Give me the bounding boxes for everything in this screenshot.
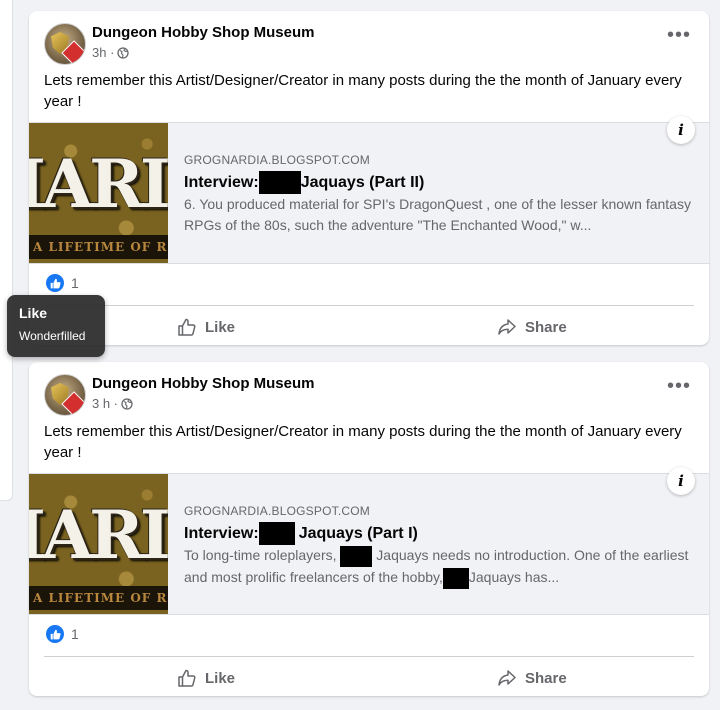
link-title-prefix: Interview:	[184, 524, 259, 542]
tooltip-user: Wonderfilled	[19, 329, 86, 343]
link-title-suffix: Jaquays (Part II)	[300, 173, 425, 191]
info-button[interactable]: i	[667, 467, 695, 495]
info-button[interactable]: i	[667, 116, 695, 144]
post-text: Lets remember this Artist/Designer/Creat…	[44, 423, 682, 461]
thumbs-up-icon	[178, 318, 196, 336]
left-panel	[0, 0, 13, 501]
share-label: Share	[525, 318, 567, 336]
like-button[interactable]: Like	[177, 663, 235, 693]
thumbnail-caption: A LIFETIME OF RO	[29, 235, 168, 259]
link-title[interactable]: Interview: Jaquays (Part II)	[184, 171, 424, 194]
share-button[interactable]: Share	[497, 663, 567, 693]
more-options-button[interactable]: •••	[663, 25, 695, 53]
reactions-summary[interactable]: 1	[46, 274, 79, 292]
globe-icon	[121, 397, 133, 410]
redaction-box	[442, 567, 469, 589]
link-thumbnail: IARI A LIFETIME OF RO	[29, 123, 168, 263]
share-label: Share	[525, 669, 567, 687]
globe-icon	[117, 46, 130, 59]
thumbnail-lettering: IARI	[29, 145, 168, 223]
share-icon	[498, 670, 516, 686]
like-label: Like	[205, 669, 236, 687]
avatar[interactable]	[44, 374, 86, 416]
post-card: Dungeon Hobby Shop Museum 3h · ••• Lets …	[29, 11, 709, 345]
redaction-box	[258, 522, 295, 545]
reaction-count: 1	[71, 275, 79, 291]
share-button[interactable]: Share	[497, 312, 567, 342]
redaction-box	[340, 545, 373, 567]
post-time[interactable]: 3 h ·	[92, 396, 118, 411]
more-options-button[interactable]: •••	[663, 376, 695, 404]
link-title[interactable]: Interview: Jaquays (Part I)	[184, 522, 418, 545]
share-icon	[498, 319, 516, 335]
reaction-tooltip: Like Wonderfilled	[7, 295, 105, 357]
divider	[44, 656, 694, 657]
redaction-box	[258, 171, 301, 194]
thumbnail-caption: A LIFETIME OF RO	[29, 586, 168, 610]
like-button[interactable]: Like	[177, 312, 235, 342]
reaction-count: 1	[71, 626, 79, 642]
link-title-suffix: Jaquays (Part I)	[298, 524, 418, 542]
post-time[interactable]: 3h ·	[92, 45, 114, 60]
tooltip-title: Like	[19, 305, 48, 321]
link-thumbnail: IARI A LIFETIME OF RO	[29, 474, 168, 614]
thumbs-up-icon	[178, 669, 196, 687]
link-domain: GROGNARDIA.BLOGSPOT.COM	[184, 153, 370, 167]
post-card: Dungeon Hobby Shop Museum 3 h · ••• Lets…	[29, 362, 709, 696]
like-reaction-icon	[46, 625, 64, 643]
link-domain: GROGNARDIA.BLOGSPOT.COM	[184, 504, 370, 518]
reactions-summary[interactable]: 1	[46, 625, 79, 643]
post-author[interactable]: Dungeon Hobby Shop Museum	[92, 375, 315, 392]
post-text: Lets remember this Artist/Designer/Creat…	[44, 72, 682, 110]
post-author[interactable]: Dungeon Hobby Shop Museum	[92, 24, 315, 41]
post-meta: 3h ·	[92, 45, 130, 60]
avatar[interactable]	[44, 23, 86, 65]
thumbnail-lettering: IARI	[29, 496, 168, 574]
divider	[44, 305, 694, 306]
link-preview-card[interactable]: IARI A LIFETIME OF RO GROGNARDIA.BLOGSPO…	[29, 467, 709, 615]
like-label: Like	[205, 318, 236, 336]
link-description: 6. You produced material for SPI's Drago…	[184, 196, 691, 233]
link-description: To long-time roleplayers, Jaquays needs …	[184, 545, 694, 589]
like-reaction-icon	[46, 274, 64, 292]
link-preview-card[interactable]: IARI A LIFETIME OF RO GROGNARDIA.BLOGSPO…	[29, 116, 709, 264]
link-description-part: To long-time roleplayers,	[184, 547, 337, 563]
post-meta: 3 h ·	[92, 396, 133, 411]
link-title-prefix: Interview:	[184, 173, 259, 191]
link-description-part: Jaquays has...	[468, 568, 560, 585]
